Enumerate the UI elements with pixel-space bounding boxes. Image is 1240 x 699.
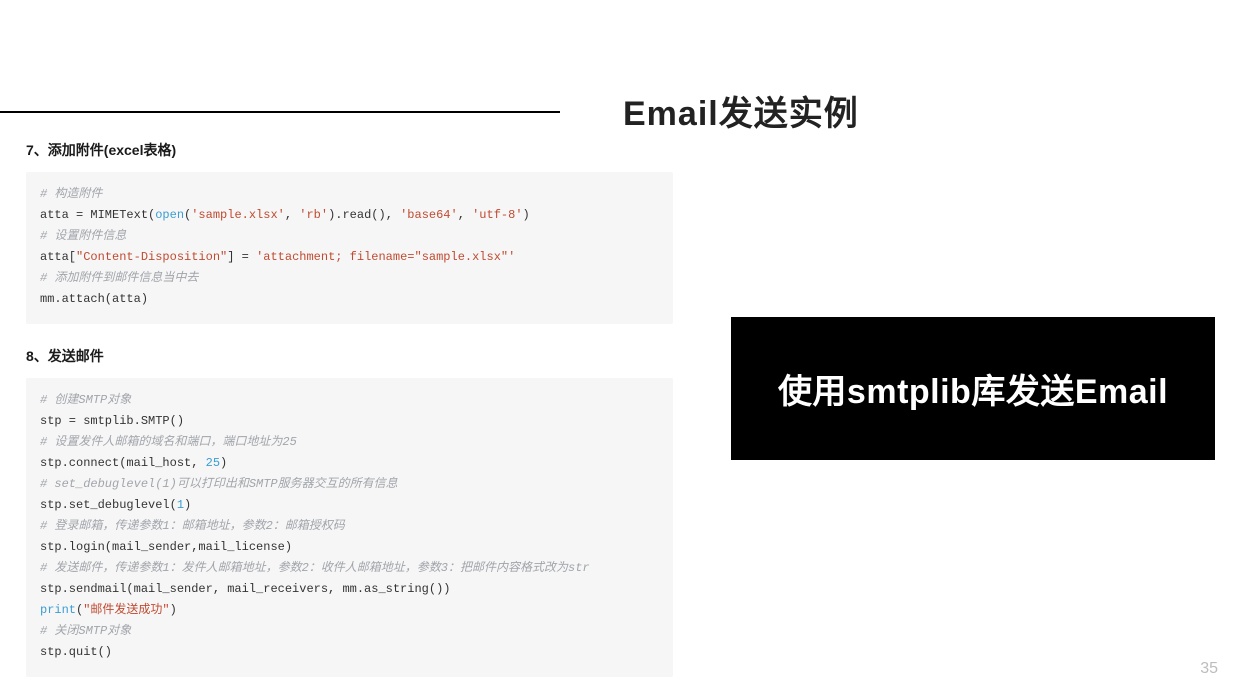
callout-box: 使用smtplib库发送Email: [731, 317, 1215, 460]
code-line: stp.sendmail(mail_sender, mail_receivers…: [40, 582, 450, 596]
code-comment: # 登录邮箱，传递参数1：邮箱地址，参数2：邮箱授权码: [40, 519, 345, 533]
code-line: mm.attach(atta): [40, 292, 148, 306]
code-line: atta = MIMEText(open('sample.xlsx', 'rb'…: [40, 208, 530, 222]
code-line: stp.login(mail_sender,mail_license): [40, 540, 292, 554]
slide-page: Email发送实例 7、添加附件(excel表格) # 构造附件 atta = …: [0, 0, 1240, 698]
code-line: stp.connect(mail_host, 25): [40, 456, 227, 470]
code-line: stp = smtplib.SMTP(): [40, 414, 184, 428]
code-block-attachment: # 构造附件 atta = MIMEText(open('sample.xlsx…: [26, 172, 673, 324]
code-comment: # 构造附件: [40, 187, 102, 201]
code-line: print("邮件发送成功"): [40, 603, 177, 617]
code-line: stp.quit(): [40, 645, 112, 659]
page-title: Email发送实例: [623, 86, 859, 135]
code-comment: # 设置附件信息: [40, 229, 126, 243]
code-line: stp.set_debuglevel(1): [40, 498, 191, 512]
code-comment: # 关闭SMTP对象: [40, 624, 131, 638]
section-7-heading: 7、添加附件(excel表格): [26, 140, 673, 160]
code-comment: # 设置发件人邮箱的域名和端口，端口地址为25: [40, 435, 297, 449]
section-8-heading: 8、发送邮件: [26, 346, 673, 366]
code-comment: # 添加附件到邮件信息当中去: [40, 271, 198, 285]
code-block-send: # 创建SMTP对象 stp = smtplib.SMTP() # 设置发件人邮…: [26, 378, 673, 677]
horizontal-rule: [0, 111, 560, 113]
page-number: 35: [1200, 660, 1218, 678]
code-comment: # 发送邮件，传递参数1：发件人邮箱地址，参数2：收件人邮箱地址，参数3：把邮件…: [40, 561, 590, 575]
code-line: atta["Content-Disposition"] = 'attachmen…: [40, 250, 515, 264]
code-comment: # 创建SMTP对象: [40, 393, 131, 407]
callout-text: 使用smtplib库发送Email: [778, 364, 1168, 413]
code-comment: # set_debuglevel(1)可以打印出和SMTP服务器交互的所有信息: [40, 477, 398, 491]
left-content-column: 7、添加附件(excel表格) # 构造附件 atta = MIMEText(o…: [26, 140, 673, 699]
